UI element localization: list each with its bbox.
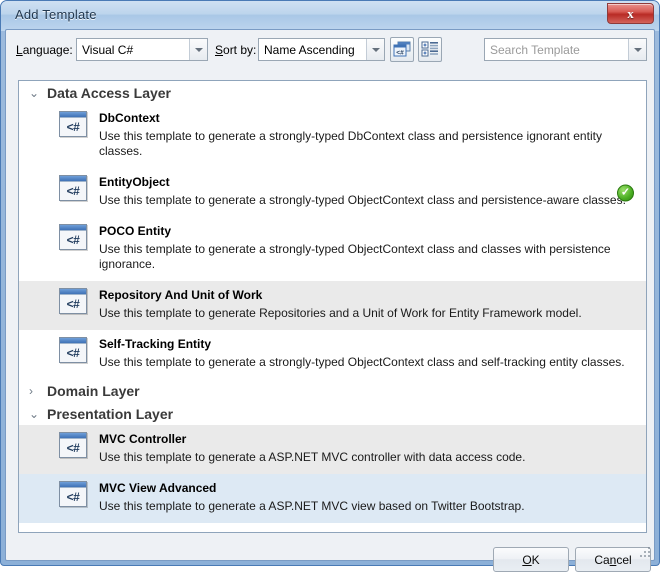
template-name: POCO Entity xyxy=(99,224,172,238)
sort-by-select[interactable]: Name Ascending xyxy=(258,38,385,61)
installed-check-badge: ✓ xyxy=(617,184,634,201)
language-label: Language: xyxy=(16,43,73,57)
icon-code-glyph: <# xyxy=(66,297,80,311)
template-preview-toggle[interactable]: <# xyxy=(390,37,414,62)
template-description: Use this template to generate a strongly… xyxy=(99,355,625,369)
template-text-block: DbContext Use this template to generate a… xyxy=(99,111,646,159)
language-select-value: Visual C# xyxy=(82,42,134,57)
t4-template-icon: <# xyxy=(59,288,87,314)
template-description: Use this template to generate a strongly… xyxy=(99,193,626,207)
language-label-rest: anguage: xyxy=(22,43,73,57)
group-header-label: Presentation Layer xyxy=(47,405,174,422)
template-name: EntityObject xyxy=(99,175,170,189)
group-header-label: Data Access Layer xyxy=(47,84,172,101)
template-description: Use this template to generate a ASP.NET … xyxy=(99,450,526,464)
template-name: MVC View Advanced xyxy=(99,481,217,495)
chevron-right-icon: › xyxy=(29,383,33,398)
window-title: Add Template xyxy=(15,7,97,22)
t4-template-icon: <# xyxy=(59,432,87,458)
template-list-item[interactable]: <# EntityObject Use this template to gener… xyxy=(19,168,646,217)
template-list[interactable]: ⌄ Data Access Layer <# DbContext Use this te… xyxy=(18,80,647,533)
details-view-toggle[interactable] xyxy=(418,37,442,62)
template-text-block: Repository And Unit of Work Use this temp… xyxy=(99,288,646,321)
check-circle-icon: ✓ xyxy=(617,184,634,201)
sort-by-select-value: Name Ascending xyxy=(264,42,355,57)
group-header-label: Domain Layer xyxy=(47,382,140,399)
sort-by-label: Sort by: xyxy=(215,43,256,57)
template-list-item[interactable]: <# Self-Tracking Entity Use this template … xyxy=(19,330,646,379)
icon-code-glyph: <# xyxy=(66,490,80,504)
t4-template-icon: <# xyxy=(59,111,87,137)
template-list-item[interactable]: <# MVC Controller Use this template to gen… xyxy=(19,425,646,474)
template-list-item[interactable]: <# MVC View Advanced Use this template to … xyxy=(19,474,646,523)
chevron-down-icon[interactable] xyxy=(628,39,646,60)
list-details-icon xyxy=(421,41,438,57)
cancel-button-label: Cancel xyxy=(594,552,632,567)
icon-code-glyph: <# xyxy=(66,233,80,247)
resize-grip[interactable] xyxy=(638,545,650,557)
sort-by-label-rest: ort by: xyxy=(223,43,257,57)
check-glyph: ✓ xyxy=(620,186,631,198)
icon-code-glyph: <# xyxy=(66,346,80,360)
template-description: Use this template to generate Repositori… xyxy=(99,306,582,320)
group-header[interactable]: ⌄ Presentation Layer xyxy=(19,402,646,425)
icon-code-glyph: <# xyxy=(66,120,80,134)
chevron-down-icon[interactable] xyxy=(366,39,384,60)
title-bar: Add Template x xyxy=(1,1,659,31)
chevron-down-icon: ⌄ xyxy=(29,406,40,421)
close-button[interactable]: x xyxy=(607,3,654,24)
template-text-block: MVC Controller Use this template to gener… xyxy=(99,432,646,465)
t4-template-icon: <# xyxy=(59,224,87,250)
search-input[interactable]: Search Template xyxy=(484,38,647,61)
filter-toolbar: Language: Visual C# Sort by: Name Ascend… xyxy=(6,30,654,70)
preview-windows-icon: <# xyxy=(393,41,411,57)
template-name: Repository And Unit of Work xyxy=(99,288,263,302)
icon-code-glyph: <# xyxy=(66,441,80,455)
template-description: Use this template to generate a strongly… xyxy=(99,242,611,271)
language-label-accel: L xyxy=(16,43,23,57)
template-text-block: EntityObject Use this template to generat… xyxy=(99,175,646,208)
sort-by-label-accel: S xyxy=(215,43,224,57)
language-select[interactable]: Visual C# xyxy=(76,38,208,61)
dialog-window: Add Template x Language: Visual C# Sort … xyxy=(0,0,660,572)
template-description: Use this template to generate a ASP.NET … xyxy=(99,499,525,513)
template-name: Self-Tracking Entity xyxy=(99,337,212,351)
template-text-block: POCO Entity Use this template to generate… xyxy=(99,224,646,272)
t4-template-icon: <# xyxy=(59,337,87,363)
template-list-item[interactable]: <# POCO Entity Use this template to genera… xyxy=(19,217,646,281)
chevron-down-icon[interactable] xyxy=(189,39,207,60)
template-name: DbContext xyxy=(99,111,160,125)
ok-button-label: OK xyxy=(522,552,540,567)
close-icon: x xyxy=(627,6,634,21)
template-text-block: MVC View Advanced Use this template to ge… xyxy=(99,481,646,514)
group-header[interactable]: ⌄ Data Access Layer xyxy=(19,81,646,104)
t4-template-icon: <# xyxy=(59,175,87,201)
chevron-down-icon: ⌄ xyxy=(29,85,40,100)
ok-button[interactable]: OK xyxy=(493,547,569,572)
template-description: Use this template to generate a strongly… xyxy=(99,129,602,158)
dialog-client-area: Language: Visual C# Sort by: Name Ascend… xyxy=(5,29,655,572)
t4-template-icon: <# xyxy=(59,481,87,507)
svg-text:<#: <# xyxy=(396,49,404,56)
template-name: MVC Controller xyxy=(99,432,187,446)
template-list-item[interactable]: <# DbContext Use this template to generate… xyxy=(19,104,646,168)
template-text-block: Self-Tracking Entity Use this template to… xyxy=(99,337,646,370)
template-list-item[interactable]: <# Repository And Unit of Work Use this te… xyxy=(19,281,646,330)
search-input-value: Search Template xyxy=(490,42,580,57)
group-header[interactable]: › Domain Layer xyxy=(19,379,646,402)
icon-code-glyph: <# xyxy=(66,184,80,198)
